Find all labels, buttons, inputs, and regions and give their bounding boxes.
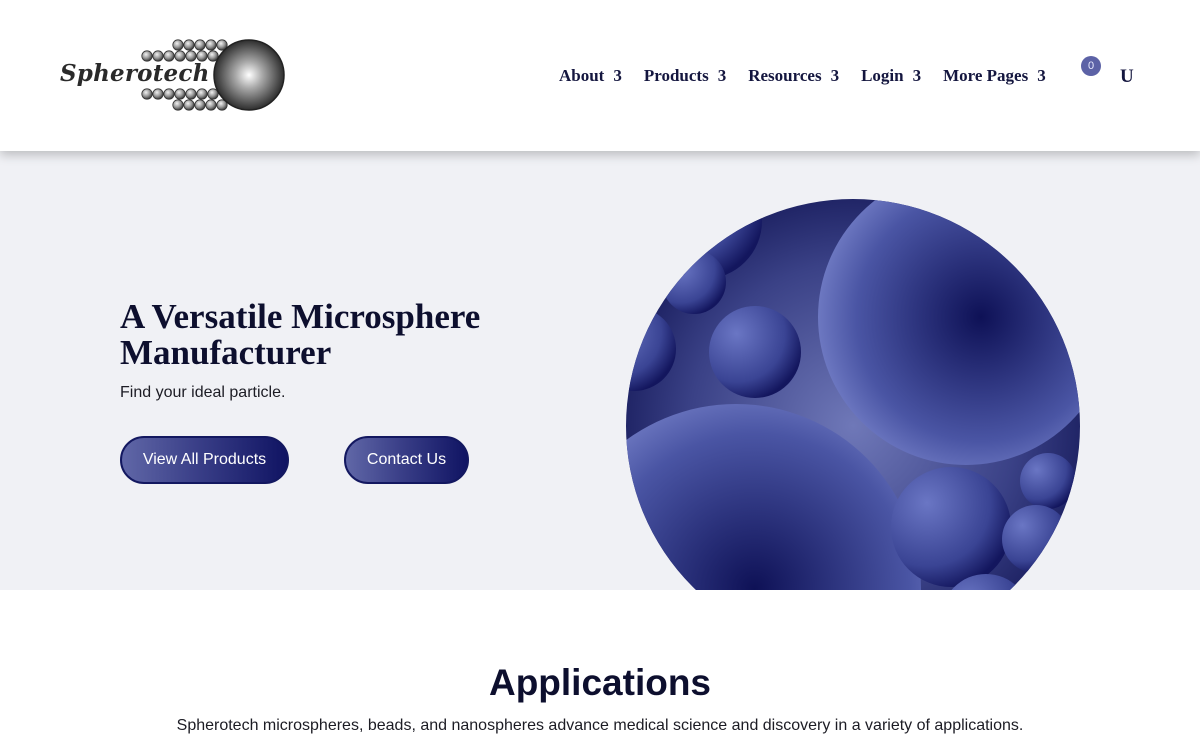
nav-item-about[interactable]: About 3 [559,66,622,86]
hero-title: A Versatile Microsphere Manufacturer [120,297,481,372]
nav-item-label: Resources [748,66,822,85]
cart-count-badge: 0 [1081,56,1101,76]
spherotech-logo[interactable]: Spherotech [58,38,288,114]
user-icon[interactable]: U [1120,66,1134,88]
nav-item-label: More Pages [943,66,1029,85]
nav-item-label: Products [643,66,709,85]
contact-us-button[interactable]: Contact Us [344,436,469,484]
chevron-down-icon: 3 [613,66,622,85]
site-header: Spherotech About 3 Products 3 Resources … [0,0,1200,151]
chevron-down-icon: 3 [912,66,922,85]
applications-heading: Applications [488,662,712,703]
nav-item-more-pages[interactable]: More Pages 3 [943,66,1046,86]
nav-item-login[interactable]: Login 3 [861,66,921,86]
nav-item-products[interactable]: Products 3 [644,66,726,86]
applications-description: Spherotech microspheres, beads, and nano… [176,717,1024,734]
chevron-down-icon: 3 [1037,66,1046,85]
chevron-down-icon: 3 [830,66,840,85]
logo-wordmark: Spherotech [60,60,210,87]
view-all-products-button[interactable]: View All Products [120,436,289,484]
main-nav: About 3 Products 3 Resources 3 Login 3 M… [559,64,1068,88]
nav-item-label: About [559,66,605,85]
chevron-down-icon: 3 [717,66,727,85]
nav-item-label: Login [861,66,904,85]
hero-subtitle: Find your ideal particle. [120,384,286,401]
cart-icon[interactable]: 0 [1081,56,1101,76]
microsphere-hero-image [626,199,1080,590]
nav-item-resources[interactable]: Resources 3 [748,66,839,86]
applications-section: Applications Spherotech microspheres, be… [0,590,1200,750]
hero-section: A Versatile Microsphere Manufacturer Fin… [0,151,1200,590]
